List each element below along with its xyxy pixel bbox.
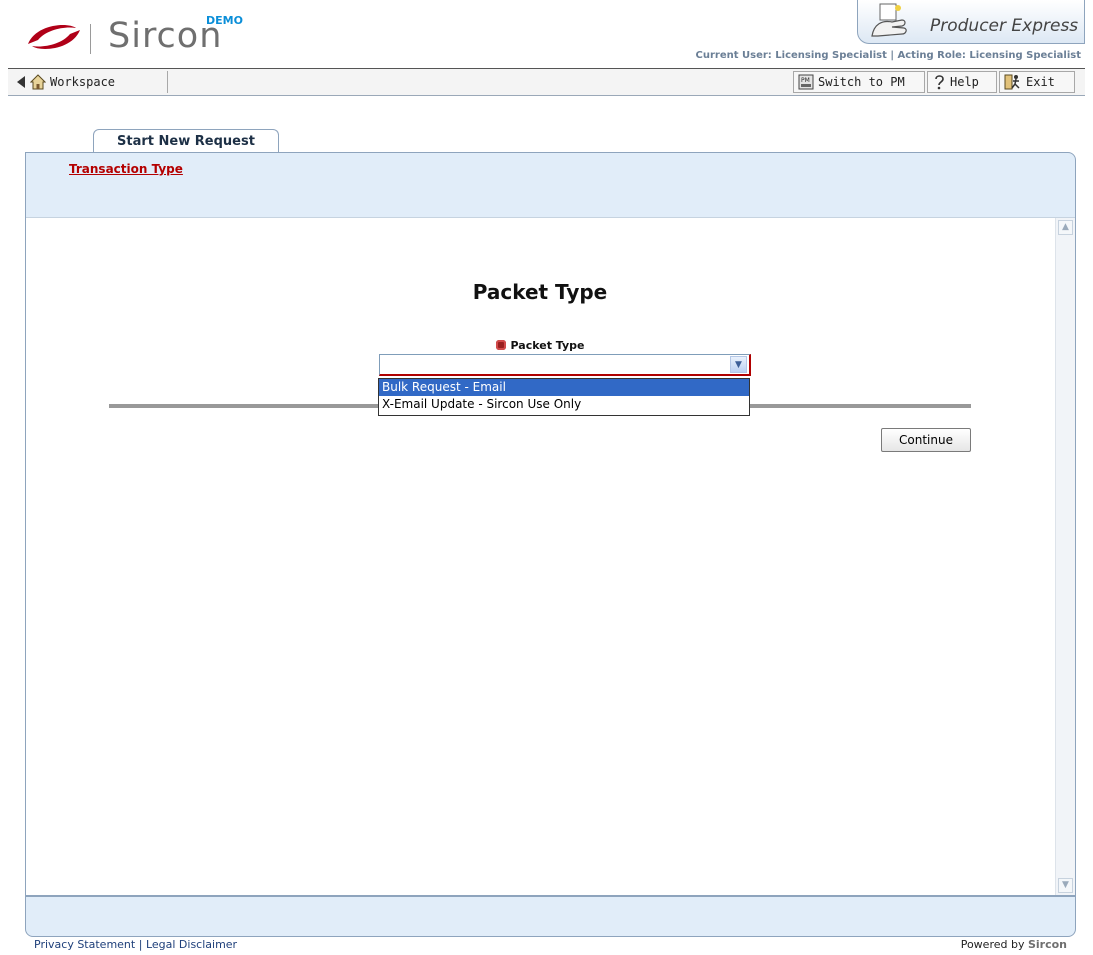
exit-person-icon: [1004, 74, 1020, 90]
hand-document-icon: [871, 3, 907, 37]
exit-button[interactable]: Exit: [999, 71, 1075, 93]
packet-type-label: Packet Type: [26, 339, 1054, 352]
page-title: Packet Type: [472, 280, 608, 304]
pm-icon: PM: [798, 74, 814, 90]
packet-type-label-text: Packet Type: [510, 339, 585, 352]
packet-type-select[interactable]: ▼: [379, 354, 751, 376]
sircon-logo: Sircon DEMO: [24, 14, 264, 62]
switch-to-pm-button[interactable]: PM Switch to PM: [793, 71, 925, 93]
required-icon: [495, 340, 506, 350]
powered-by-prefix: Powered by: [960, 938, 1025, 951]
help-label: Help: [950, 75, 979, 89]
switch-to-pm-label: Switch to PM: [818, 75, 905, 89]
workspace-label: Workspace: [50, 75, 116, 89]
exit-label: Exit: [1026, 75, 1055, 89]
footer-links: Privacy Statement | Legal Disclaimer: [34, 938, 237, 951]
form-content-area: Packet Type Packet Type ▼ Bulk Request -…: [26, 217, 1075, 897]
current-user-info: Current User: Licensing Specialist | Act…: [695, 50, 1081, 61]
demo-badge: DEMO: [206, 14, 243, 27]
logo-divider: [90, 24, 91, 54]
option-x-email-update[interactable]: X-Email Update - Sircon Use Only: [379, 396, 749, 413]
chevron-down-icon[interactable]: ▼: [730, 356, 747, 373]
product-name: Producer Express: [930, 16, 1079, 36]
sircon-swoosh-icon: [28, 25, 80, 49]
help-icon: [935, 75, 944, 90]
powered-by-brand: Sircon: [1027, 938, 1067, 951]
packet-type-dropdown-list: Bulk Request - Email X-Email Update - Si…: [378, 378, 750, 416]
legal-disclaimer-link[interactable]: Legal Disclaimer: [146, 938, 237, 951]
continue-button[interactable]: Continue: [881, 428, 971, 452]
toolbar: Workspace PM Switch to PM Help Exit: [8, 68, 1085, 96]
help-button[interactable]: Help: [927, 71, 997, 93]
svg-text:PM: PM: [801, 77, 810, 84]
transaction-type-link[interactable]: Transaction Type: [69, 162, 183, 176]
request-panel: Transaction Type Packet Type Packet Type…: [25, 152, 1076, 937]
tab-start-new-request[interactable]: Start New Request: [93, 129, 279, 153]
privacy-statement-link[interactable]: Privacy Statement: [34, 938, 135, 951]
home-icon: [30, 74, 46, 90]
powered-by: Powered by Sircon: [961, 938, 1067, 951]
scroll-down-icon[interactable]: ▼: [1058, 878, 1073, 893]
footer-separator: |: [138, 938, 143, 951]
vertical-scrollbar[interactable]: ▲ ▼: [1055, 218, 1075, 895]
scroll-up-icon[interactable]: ▲: [1058, 220, 1073, 235]
back-arrow-icon: [17, 76, 25, 88]
option-bulk-request-email[interactable]: Bulk Request - Email: [379, 379, 749, 396]
workspace-button[interactable]: Workspace: [8, 71, 168, 93]
product-badge: Producer Express: [857, 0, 1085, 44]
